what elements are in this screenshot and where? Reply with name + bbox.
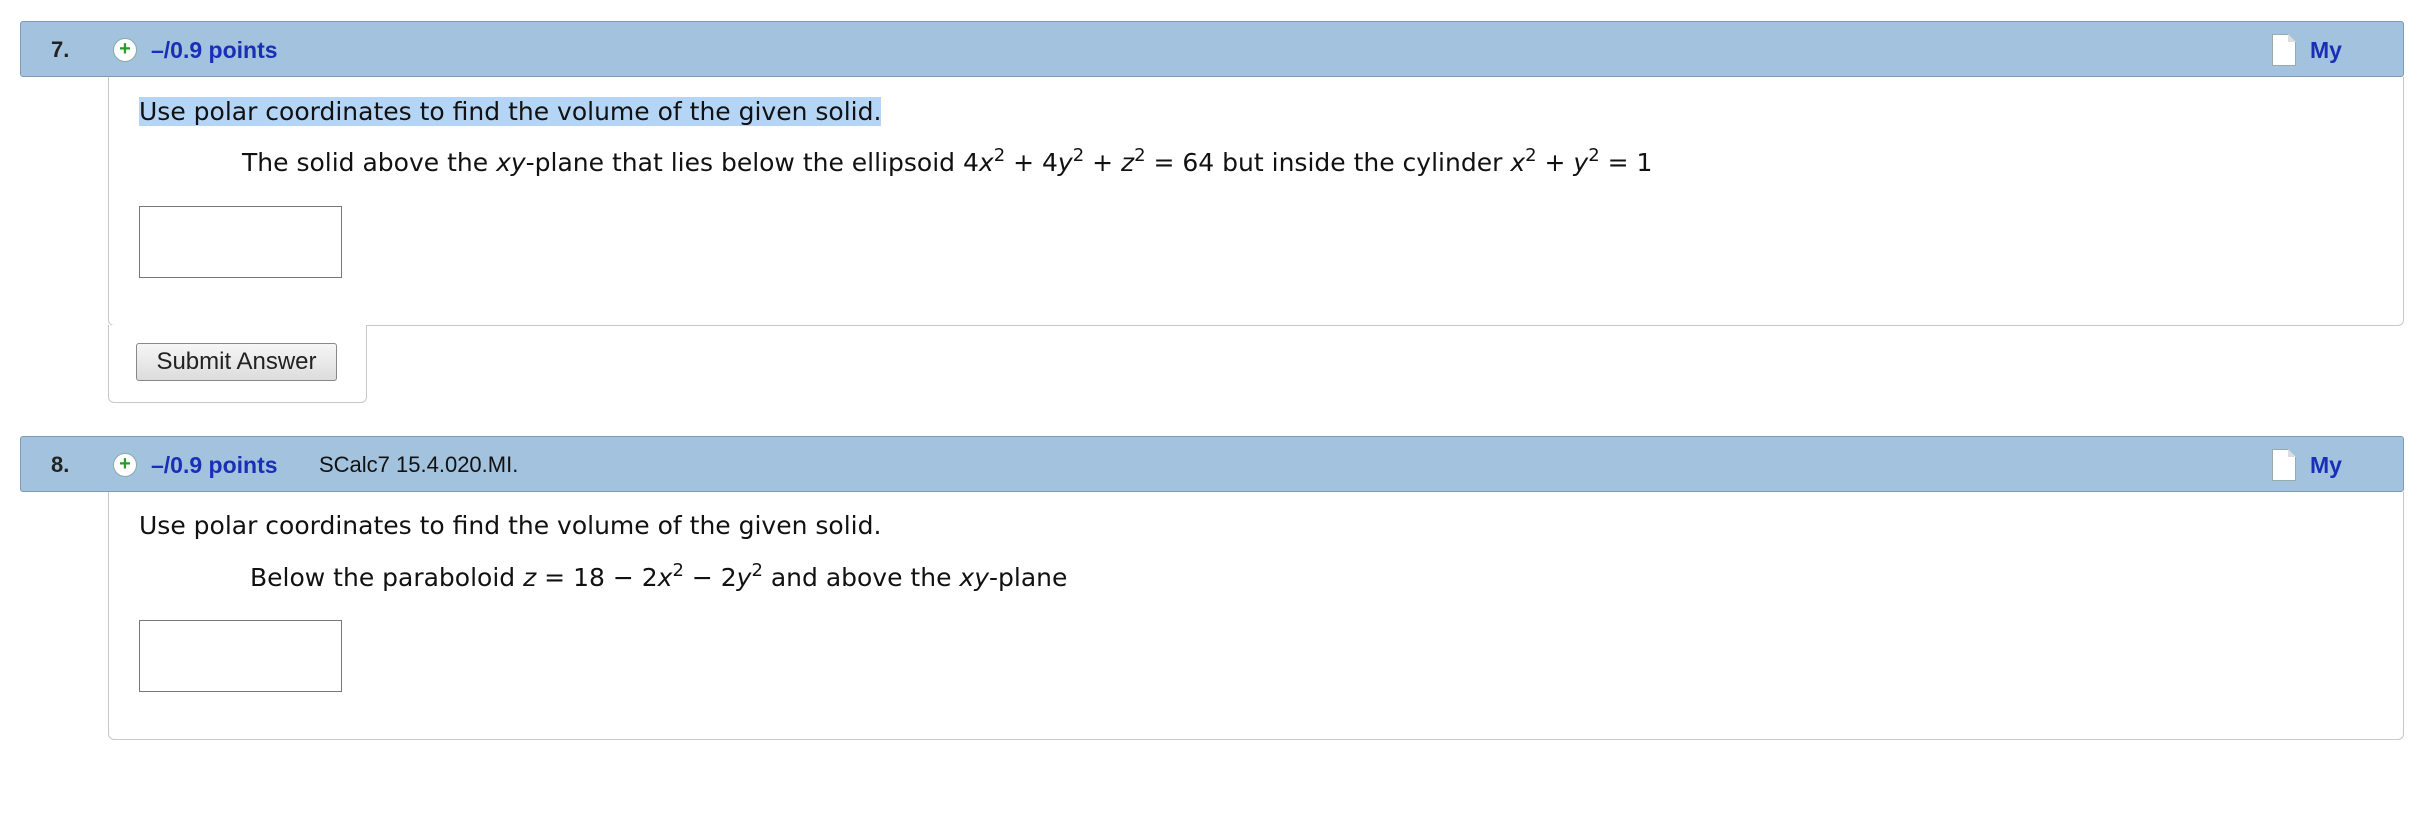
problem-text: Below the paraboloid: [250, 563, 524, 592]
problem-statement: The solid above the xy-plane that lies b…: [242, 145, 1653, 178]
submit-answer-button[interactable]: Submit Answer: [136, 343, 337, 381]
math-var: xy: [959, 563, 989, 592]
problem-text: + 4: [1005, 148, 1058, 177]
problem-text: The solid above the: [242, 148, 497, 177]
math-var: y: [1057, 148, 1073, 177]
question-number: 8.: [51, 452, 70, 477]
document-icon[interactable]: [2272, 449, 2296, 481]
question-header: 8. + –/0.9 points SCalc7 15.4.020.MI. My…: [20, 436, 2404, 534]
exponent: 2: [1525, 145, 1537, 166]
points-link[interactable]: –/0.9 points: [151, 437, 278, 493]
problem-statement: Below the paraboloid z = 18 − 2x2 − 2y2 …: [250, 560, 1068, 593]
question-prompt: Use polar coordinates to find the volume…: [139, 94, 882, 130]
question-number: 7.: [51, 37, 70, 62]
math-var: y: [736, 563, 752, 592]
exponent: 2: [993, 145, 1006, 166]
problem-text: +: [1084, 148, 1121, 177]
answer-input[interactable]: [139, 620, 342, 692]
problem-text: = 18 − 2: [536, 563, 658, 592]
plus-circle-icon[interactable]: +: [113, 38, 137, 62]
exponent: 2: [751, 560, 763, 581]
document-icon[interactable]: [2272, 34, 2296, 66]
math-var: y: [1573, 148, 1589, 177]
problem-text: = 1: [1599, 148, 1653, 177]
exponent: 2: [1134, 145, 1146, 166]
math-var: z: [1120, 148, 1135, 177]
math-var: x: [1510, 148, 1526, 177]
question-prompt: Use polar coordinates to find the volume…: [139, 511, 882, 540]
question-header: 7. + –/0.9 points My Notes: [20, 21, 2404, 119]
problem-text: − 2: [683, 563, 737, 592]
problem-text: and above the: [762, 563, 960, 592]
points-link[interactable]: –/0.9 points: [151, 22, 278, 78]
problem-text: +: [1536, 148, 1574, 177]
answer-input[interactable]: [139, 206, 342, 278]
math-var: z: [523, 563, 537, 592]
math-var: x: [657, 563, 673, 592]
prompt-text: Use polar coordinates to find the volume…: [139, 97, 882, 126]
plus-circle-icon[interactable]: +: [113, 453, 137, 477]
exponent: 2: [1072, 145, 1085, 166]
math-var: x: [978, 148, 994, 177]
exponent: 2: [672, 560, 684, 581]
exponent: 2: [1588, 145, 1600, 166]
question-reference: SCalc7 15.4.020.MI.: [319, 452, 519, 477]
math-var: xy: [496, 148, 526, 177]
problem-text: -plane that lies below the ellipsoid 4: [525, 148, 979, 177]
problem-text: = 64 but inside the cylinder: [1145, 148, 1511, 177]
problem-text: -plane: [989, 563, 1068, 592]
